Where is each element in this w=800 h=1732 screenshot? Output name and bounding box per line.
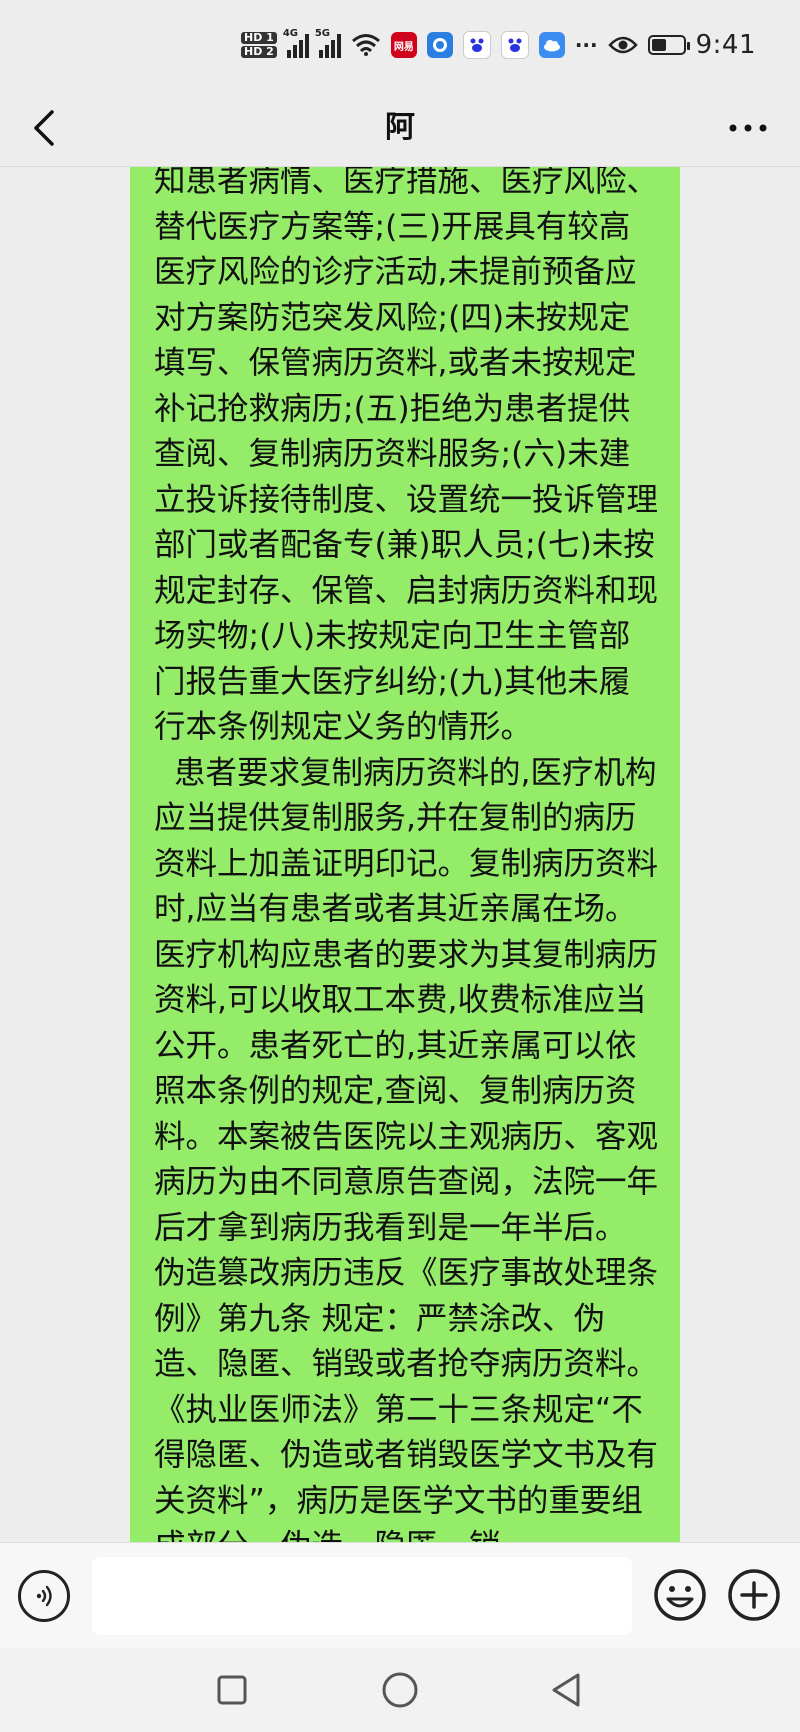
chat-header: 阿: [0, 90, 800, 167]
message-text: 知患者病情、医疗措施、医疗风险、替代医疗方案等;(三)开展具有较高医疗风险的诊疗…: [154, 167, 659, 1542]
clock: 9:41: [695, 30, 756, 60]
triangle-back-icon: [552, 1673, 580, 1707]
netease-app-icon: 网易: [390, 32, 417, 58]
more-button[interactable]: [720, 104, 776, 152]
battery-icon: [647, 35, 690, 55]
home-button[interactable]: [376, 1666, 424, 1714]
more-notifications-icon: ···: [574, 33, 598, 57]
wifi-icon: [351, 34, 380, 56]
square-icon: [217, 1675, 247, 1705]
hd-indicator: HD 1 HD 2: [240, 31, 277, 59]
net1-label: 4G: [282, 28, 298, 39]
status-bar: HD 1 HD 2 4G 5G 网易 ··· 9:41: [0, 0, 800, 90]
signal-1-icon: 4G: [283, 28, 309, 58]
hd2-label: HD 2: [240, 46, 277, 58]
system-nav-bar: [0, 1648, 800, 1732]
message-list[interactable]: 知患者病情、医疗措施、医疗风险、替代医疗方案等;(三)开展具有较高医疗风险的诊疗…: [0, 167, 800, 1542]
eye-icon: [607, 36, 638, 54]
net2-label: 5G: [314, 28, 330, 39]
voice-icon: [36, 1585, 52, 1607]
emoji-icon: [654, 1569, 706, 1621]
emoji-button[interactable]: [652, 1567, 708, 1623]
cloud-app-icon: [538, 32, 565, 58]
message-bubble[interactable]: 知患者病情、医疗措施、医疗风险、替代医疗方案等;(三)开展具有较高医疗风险的诊疗…: [130, 167, 680, 1542]
status-icons: HD 1 HD 2 4G 5G 网易 ··· 9:41: [240, 22, 756, 68]
input-bar: [0, 1542, 800, 1649]
voice-button[interactable]: [18, 1570, 70, 1622]
signal-2-icon: 5G: [315, 28, 341, 58]
baidu-app-icon: [462, 31, 491, 59]
circle-icon: [382, 1672, 418, 1708]
more-icon: [729, 124, 767, 132]
baidu-app-2-icon: [500, 31, 529, 59]
hd1-label: HD 1: [240, 32, 277, 44]
browser-app-icon: [426, 32, 453, 58]
system-back-button[interactable]: [542, 1666, 590, 1714]
message-input[interactable]: [92, 1557, 632, 1635]
recent-apps-button[interactable]: [208, 1666, 256, 1714]
chat-title: 阿: [385, 110, 415, 145]
plus-button[interactable]: [726, 1567, 782, 1623]
plus-icon: [728, 1569, 780, 1621]
netease-label: 网易: [393, 41, 414, 53]
